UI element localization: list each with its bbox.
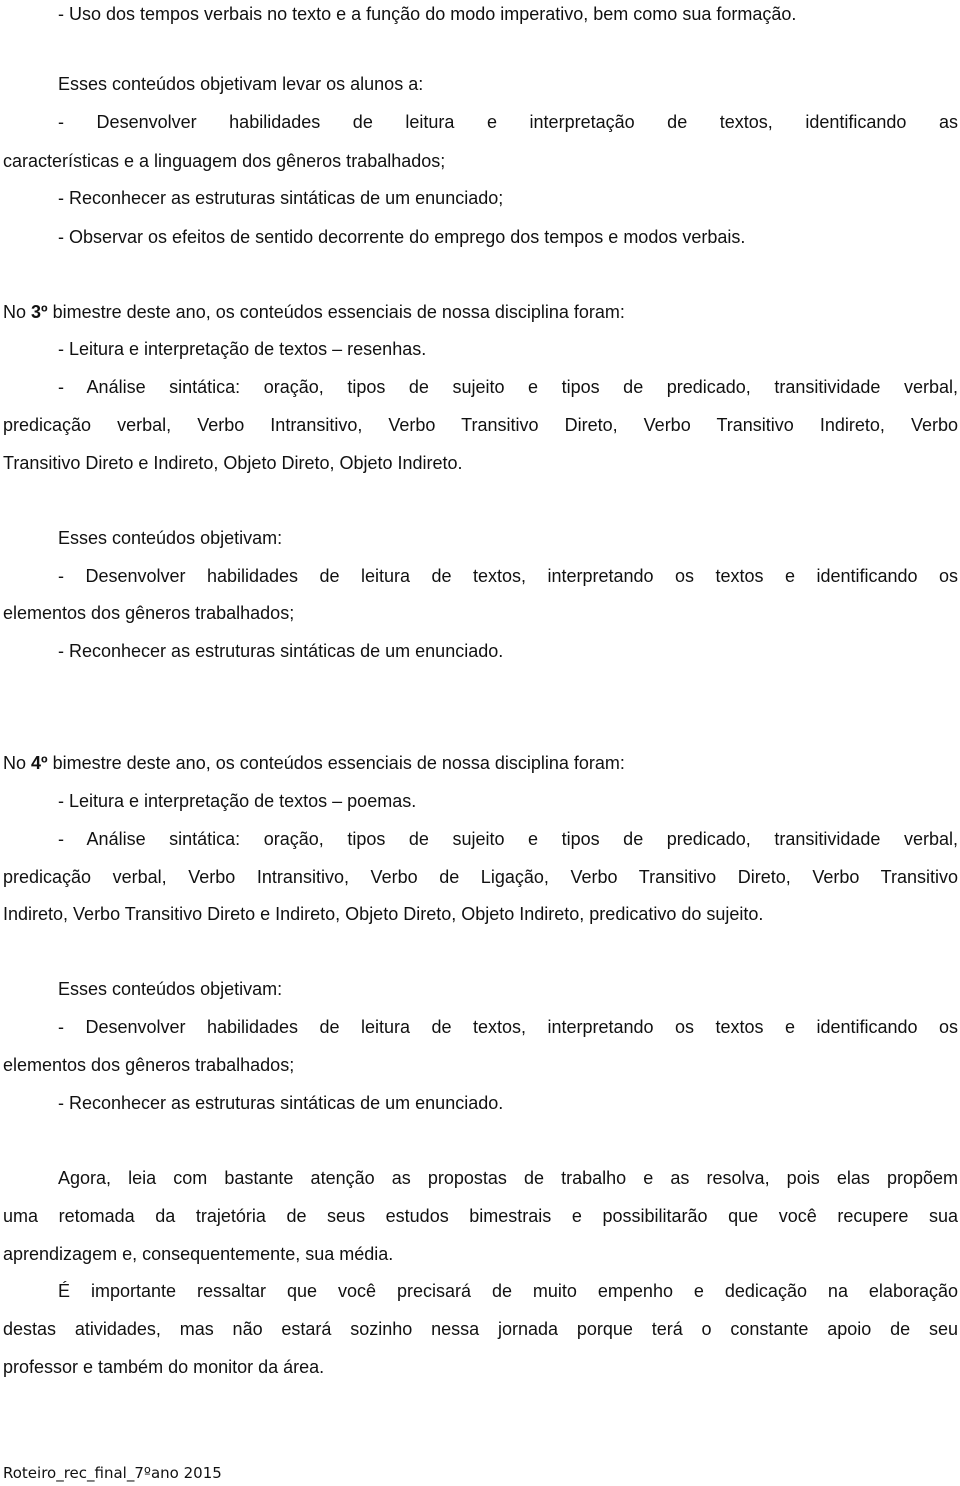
content-item-continuation: Indireto, Verbo Transitivo Direto e Indi… xyxy=(3,904,764,924)
bimester-3-heading: No 3º bimestre deste ano, os conteúdos e… xyxy=(3,300,958,324)
objective-item-continuation: características e a linguagem dos gênero… xyxy=(3,151,446,171)
objective-item: - Desenvolver habilidades de leitura de … xyxy=(58,566,958,586)
content-item: - Análise sintática: oração, tipos de su… xyxy=(58,377,958,397)
closing-paragraph-2-continuation: professor e também do monitor da área. xyxy=(3,1357,325,1377)
closing-paragraph-1-continuation: aprendizagem e, consequentemente, sua mé… xyxy=(3,1244,394,1264)
objective-item-continuation: elementos dos gêneros trabalhados; xyxy=(3,603,295,623)
intro-list-item: - Uso dos tempos verbais no texto e a fu… xyxy=(58,4,797,24)
objective-item: - Reconhecer as estruturas sintáticas de… xyxy=(58,188,504,208)
closing-paragraph-1: Agora, leia com bastante atenção as prop… xyxy=(58,1168,958,1188)
content-item: - Análise sintática: oração, tipos de su… xyxy=(58,829,958,849)
objective-item: - Reconhecer as estruturas sintáticas de… xyxy=(58,641,504,661)
content-item: - Leitura e interpretação de textos – re… xyxy=(58,339,427,359)
objective-item-continuation: elementos dos gêneros trabalhados; xyxy=(3,1055,295,1075)
objective-item: - Reconhecer as estruturas sintáticas de… xyxy=(58,1093,504,1113)
content-item: - Leitura e interpretação de textos – po… xyxy=(58,791,417,811)
heading-suffix: bimestre deste ano, os conteúdos essenci… xyxy=(47,302,625,322)
objectives-heading: Esses conteúdos objetivam: xyxy=(58,979,283,999)
content-item-continuation: predicação verbal, Verbo Intransitivo, V… xyxy=(3,867,958,887)
closing-paragraph-1-continuation: uma retomada da trajetória de seus estud… xyxy=(3,1206,958,1226)
bimester-ordinal: 4º xyxy=(31,753,48,773)
content-item-continuation: predicação verbal, Verbo Intransitivo, V… xyxy=(3,415,958,435)
heading-suffix: bimestre deste ano, os conteúdos essenci… xyxy=(47,753,625,773)
closing-paragraph-2: É importante ressaltar que você precisar… xyxy=(58,1281,958,1301)
objective-item: - Desenvolver habilidades de leitura de … xyxy=(58,1017,958,1037)
heading-prefix: No xyxy=(3,753,32,773)
content-item-continuation: Transitivo Direto e Indireto, Objeto Dir… xyxy=(3,453,463,473)
objective-item: - Observar os efeitos de sentido decorre… xyxy=(58,227,746,247)
closing-paragraph-2-continuation: destas atividades, mas não estará sozinh… xyxy=(3,1319,958,1339)
heading-prefix: No xyxy=(3,302,32,322)
objectives-heading: Esses conteúdos objetivam levar os aluno… xyxy=(58,74,424,94)
bimester-4-heading: No 4º bimestre deste ano, os conteúdos e… xyxy=(3,751,958,775)
bimester-ordinal: 3º xyxy=(31,302,48,322)
objective-item: - Desenvolver habilidades de leitura e i… xyxy=(58,112,958,132)
page-footer: Roteiro_rec_final_7ºano 2015 xyxy=(3,1464,222,1482)
objectives-heading: Esses conteúdos objetivam: xyxy=(58,528,283,548)
